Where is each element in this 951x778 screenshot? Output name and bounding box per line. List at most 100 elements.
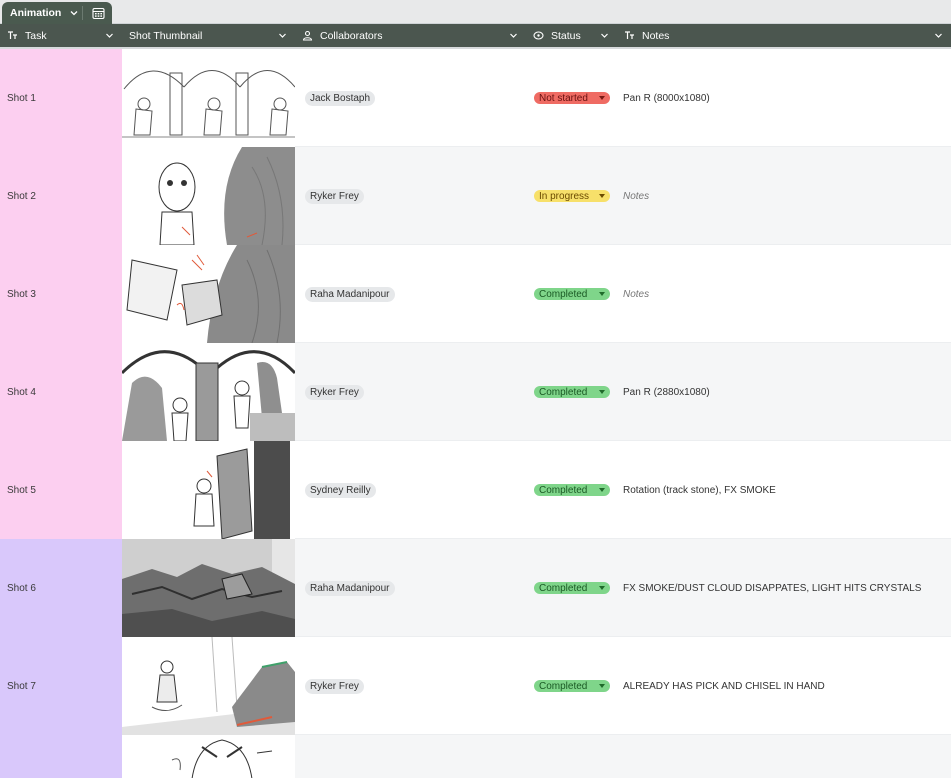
calendar-grid-icon[interactable] [92, 7, 105, 20]
status-label: Completed [539, 582, 588, 594]
notes-cell[interactable]: ALREADY HAS PICK AND CHISEL IN HAND [617, 637, 951, 735]
status-cell[interactable]: Completed [526, 245, 617, 343]
status-dropdown[interactable]: Completed [534, 582, 610, 594]
column-header-thumbnail[interactable]: Shot Thumbnail [122, 24, 295, 47]
shot-thumbnail[interactable] [122, 735, 295, 778]
table-row[interactable]: Shot 3 Raha Madanipour Completed Notes [0, 245, 951, 343]
chevron-down-icon[interactable] [600, 31, 609, 40]
notes-cell[interactable]: FX SMOKE/DUST CLOUD DISAPPATES, LIGHT HI… [617, 539, 951, 637]
notes-cell[interactable]: Rotation (track stone), FX SMOKE [617, 441, 951, 539]
table-row[interactable]: Shot 5 Sydney Reilly Completed Rotation … [0, 441, 951, 539]
task-cell[interactable]: Shot 2 [0, 147, 122, 245]
status-label: Completed [539, 484, 588, 496]
shot-thumbnail[interactable] [122, 343, 295, 441]
text-type-icon [625, 31, 634, 39]
task-cell[interactable]: Shot 7 [0, 637, 122, 735]
task-cell[interactable] [0, 735, 122, 778]
storyboard-sketch-image [122, 539, 295, 637]
status-label: Completed [539, 386, 588, 398]
task-cell[interactable]: Shot 4 [0, 343, 122, 441]
task-cell[interactable]: Shot 6 [0, 539, 122, 637]
status-icon [533, 31, 544, 40]
chevron-down-icon[interactable] [105, 31, 114, 40]
status-dropdown[interactable]: Not started [534, 92, 610, 104]
view-tab-label: Animation [10, 7, 62, 19]
column-header-status[interactable]: Status [526, 24, 617, 47]
caret-down-icon [599, 390, 605, 394]
status-cell[interactable]: Completed [526, 343, 617, 441]
column-header-label: Collaborators [320, 29, 383, 42]
collaborator-cell[interactable]: Ryker Frey [295, 343, 526, 441]
collaborator-chip[interactable]: Jack Bostaph [305, 90, 376, 106]
collaborator-chip[interactable]: Raha Madanipour [305, 580, 395, 596]
column-header-label: Task [25, 29, 47, 42]
table-body: Shot 1 Jack Bostaph Not started Pan R (8… [0, 49, 951, 778]
status-dropdown[interactable]: In progress [534, 190, 610, 202]
status-cell[interactable] [526, 735, 617, 778]
table-row[interactable]: Shot 7 Ryker Frey Completed ALREADY HAS … [0, 637, 951, 735]
table-row[interactable] [0, 735, 951, 778]
caret-down-icon [599, 194, 605, 198]
column-header-label: Status [551, 29, 581, 42]
caret-down-icon [599, 488, 605, 492]
caret-down-icon [599, 684, 605, 688]
tab-divider [82, 6, 83, 20]
table-row[interactable]: Shot 1 Jack Bostaph Not started Pan R (8… [0, 49, 951, 147]
collaborator-chip[interactable]: Ryker Frey [305, 678, 364, 694]
notes-cell[interactable] [617, 735, 951, 778]
collaborator-chip[interactable]: Sydney Reilly [305, 482, 376, 498]
column-header-task[interactable]: Task [0, 24, 122, 47]
collaborator-chip[interactable]: Ryker Frey [305, 188, 364, 204]
storyboard-sketch-image [122, 245, 295, 343]
notes-cell[interactable]: Pan R (8000x1080) [617, 49, 951, 147]
table-row[interactable]: Shot 6 Raha Madanipour Completed FX SMOK… [0, 539, 951, 637]
chevron-down-icon[interactable] [69, 8, 79, 18]
column-header-notes[interactable]: Notes [617, 24, 951, 47]
status-dropdown[interactable]: Completed [534, 484, 610, 496]
task-cell[interactable]: Shot 3 [0, 245, 122, 343]
storyboard-sketch-image [122, 735, 295, 778]
status-dropdown[interactable]: Completed [534, 386, 610, 398]
column-header-collaborators[interactable]: Collaborators [295, 24, 526, 47]
task-cell[interactable]: Shot 1 [0, 49, 122, 147]
collaborator-cell[interactable]: Sydney Reilly [295, 441, 526, 539]
shot-thumbnail[interactable] [122, 441, 295, 539]
collaborator-cell[interactable]: Jack Bostaph [295, 49, 526, 147]
collaborator-cell[interactable]: Ryker Frey [295, 637, 526, 735]
table-header: Task Shot Thumbnail Collaborators Status… [0, 24, 951, 47]
shot-thumbnail[interactable] [122, 539, 295, 637]
storyboard-sketch-image [122, 441, 295, 539]
status-cell[interactable]: Not started [526, 49, 617, 147]
status-cell[interactable]: Completed [526, 441, 617, 539]
collaborator-cell[interactable]: Ryker Frey [295, 147, 526, 245]
status-cell[interactable]: In progress [526, 147, 617, 245]
status-cell[interactable]: Completed [526, 539, 617, 637]
table-row[interactable]: Shot 4 Ryker Frey Completed Pan R (2880x… [0, 343, 951, 441]
table-row[interactable]: Shot 2 Ryker Frey In progress Notes [0, 147, 951, 245]
shot-thumbnail[interactable] [122, 637, 295, 735]
chevron-down-icon[interactable] [934, 31, 943, 40]
task-cell[interactable]: Shot 5 [0, 441, 122, 539]
status-dropdown[interactable]: Completed [534, 680, 610, 692]
chevron-down-icon[interactable] [278, 31, 287, 40]
shot-thumbnail[interactable] [122, 49, 295, 147]
collaborator-chip[interactable]: Ryker Frey [305, 384, 364, 400]
collaborator-cell[interactable]: Raha Madanipour [295, 539, 526, 637]
column-header-label: Notes [642, 29, 670, 42]
view-tab-animation[interactable]: Animation [2, 2, 112, 24]
shot-thumbnail[interactable] [122, 147, 295, 245]
status-dropdown[interactable]: Completed [534, 288, 610, 300]
notes-cell[interactable]: Notes [617, 245, 951, 343]
collaborator-cell[interactable] [295, 735, 526, 778]
collaborator-chip[interactable]: Raha Madanipour [305, 286, 395, 302]
storyboard-sketch-image [122, 147, 295, 245]
status-label: Completed [539, 680, 588, 692]
status-cell[interactable]: Completed [526, 637, 617, 735]
collaborator-cell[interactable]: Raha Madanipour [295, 245, 526, 343]
status-label: Completed [539, 288, 588, 300]
shot-thumbnail[interactable] [122, 245, 295, 343]
view-tab-bar: Animation [0, 0, 951, 24]
notes-cell[interactable]: Pan R (2880x1080) [617, 343, 951, 441]
notes-cell[interactable]: Notes [617, 147, 951, 245]
chevron-down-icon[interactable] [509, 31, 518, 40]
